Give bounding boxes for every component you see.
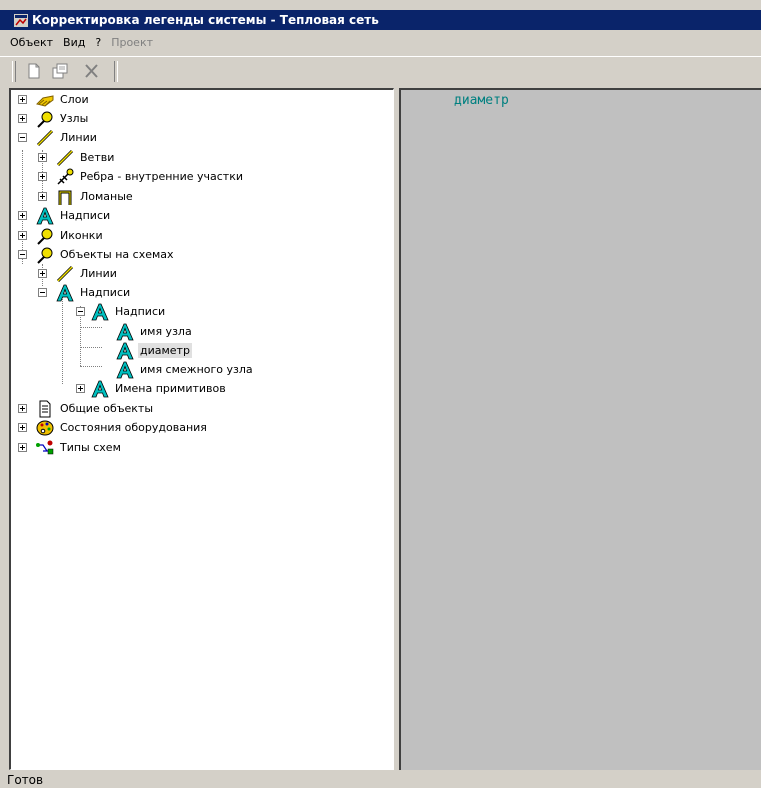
properties-icon xyxy=(52,63,68,79)
tree-item-label: Слои xyxy=(60,93,89,106)
menu-help[interactable]: ? xyxy=(95,36,101,49)
node-icon xyxy=(37,111,53,128)
text-label-icon xyxy=(116,323,134,340)
toolbar-separator xyxy=(114,61,118,82)
tree-item-branches[interactable]: Ветви xyxy=(31,148,116,167)
line-icon xyxy=(56,265,74,282)
tree-item-label: Надписи xyxy=(80,286,131,299)
tree-item-scheme-lines[interactable]: Линии xyxy=(31,264,119,283)
menu-object[interactable]: Объект xyxy=(10,36,53,49)
new-document-icon xyxy=(28,63,40,79)
menu-project: Проект xyxy=(111,35,154,49)
expand-toggle[interactable] xyxy=(38,172,47,181)
layers-icon xyxy=(36,94,54,107)
legend-tree[interactable]: Слои Узлы Линии Ветви Ребра - внутренние… xyxy=(9,88,394,770)
tree-item-lines[interactable]: Линии xyxy=(11,128,99,147)
palette-icon xyxy=(36,420,54,435)
tree-item-equipment-states[interactable]: Состояния оборудования xyxy=(11,418,209,437)
tree-item-label: Ломаные xyxy=(80,190,133,203)
tree-item-label: Имена примитивов xyxy=(115,382,226,395)
tree-item-label: Надписи xyxy=(115,305,166,318)
expand-toggle[interactable] xyxy=(76,384,85,393)
text-label-icon xyxy=(91,380,109,397)
tree-item-label: Общие объекты xyxy=(60,402,154,415)
scheme-types-icon xyxy=(36,440,54,454)
node-icon xyxy=(37,228,53,245)
delete-icon xyxy=(85,64,98,78)
status-text: Готов xyxy=(7,773,44,787)
edge-icon xyxy=(57,168,74,185)
expand-toggle[interactable] xyxy=(18,404,27,413)
text-label-icon xyxy=(116,342,134,359)
tree-item-scheme-labels-sub[interactable]: Надписи xyxy=(51,302,167,321)
tree-item-label: имя смежного узла xyxy=(140,363,253,376)
tree-item-scheme-objects[interactable]: Объекты на схемах xyxy=(11,245,176,264)
tree-item-label: Иконки xyxy=(60,229,103,242)
expand-toggle[interactable] xyxy=(18,423,27,432)
toolbar-grip[interactable] xyxy=(12,61,16,82)
menu-view[interactable]: Вид xyxy=(63,36,85,49)
tree-item-primitive-names[interactable]: Имена примитивов xyxy=(51,379,228,398)
collapse-toggle[interactable] xyxy=(76,307,85,316)
tree-item-label: Линии xyxy=(80,267,117,280)
tree-item-diameter[interactable]: диаметр xyxy=(115,341,192,360)
collapse-toggle[interactable] xyxy=(18,250,27,259)
tree-item-polylines[interactable]: Ломаные xyxy=(31,187,135,206)
node-icon xyxy=(37,247,53,264)
tree-item-label: Надписи xyxy=(60,209,111,222)
tree-item-common-objects[interactable]: Общие объекты xyxy=(11,399,155,418)
tree-item-labels[interactable]: Надписи xyxy=(11,206,112,225)
collapse-toggle[interactable] xyxy=(38,288,47,297)
tree-item-edges[interactable]: Ребра - внутренние участки xyxy=(31,167,245,186)
tree-item-scheme-labels[interactable]: Надписи xyxy=(31,283,132,302)
expand-toggle[interactable] xyxy=(18,231,27,240)
status-bar: Готов xyxy=(0,772,761,787)
document-icon xyxy=(39,400,51,417)
window-title: Корректировка легенды системы - Тепловая… xyxy=(32,13,379,27)
menu-bar: Объект Вид ? Проект xyxy=(0,32,761,52)
text-label-icon xyxy=(56,284,74,301)
tree-item-label: Состояния оборудования xyxy=(60,421,207,434)
expand-toggle[interactable] xyxy=(18,95,27,104)
text-label-icon xyxy=(91,303,109,320)
text-label-icon xyxy=(116,361,134,378)
expand-toggle[interactable] xyxy=(18,443,27,452)
tree-item-scheme-types[interactable]: Типы схем xyxy=(11,438,123,457)
tree-item-nodes[interactable]: Узлы xyxy=(11,109,90,128)
tree-item-label: Объекты на схемах xyxy=(60,248,174,261)
tree-item-icons[interactable]: Иконки xyxy=(11,226,105,245)
expand-toggle[interactable] xyxy=(38,153,47,162)
tree-item-label: Узлы xyxy=(60,112,89,125)
toolbar xyxy=(0,56,761,84)
tree-item-label: имя узла xyxy=(140,325,192,338)
expand-toggle[interactable] xyxy=(38,192,47,201)
expand-toggle[interactable] xyxy=(18,114,27,123)
text-label-icon xyxy=(36,207,54,224)
polyline-icon xyxy=(58,190,72,205)
line-icon xyxy=(56,149,74,166)
tree-item-label: Ребра - внутренние участки xyxy=(80,170,244,183)
title-bar: Корректировка легенды системы - Тепловая… xyxy=(0,10,761,30)
tree-item-adjacent-node-name[interactable]: имя смежного узла xyxy=(115,360,255,379)
collapse-toggle[interactable] xyxy=(18,133,27,142)
app-icon xyxy=(14,13,28,27)
tree-item-label: Ветви xyxy=(80,151,115,164)
tree-item-node-name[interactable]: имя узла xyxy=(115,322,194,341)
line-icon xyxy=(36,129,54,146)
preview-pane: диаметр xyxy=(399,88,761,770)
expand-toggle[interactable] xyxy=(18,211,27,220)
tree-item-label: диаметр xyxy=(138,343,192,358)
tree-item-label: Типы схем xyxy=(60,441,121,454)
expand-toggle[interactable] xyxy=(38,269,47,278)
tree-item-layers[interactable]: Слои xyxy=(11,90,91,109)
preview-label-sample: диаметр xyxy=(454,93,509,108)
tree-item-label: Линии xyxy=(60,131,97,144)
